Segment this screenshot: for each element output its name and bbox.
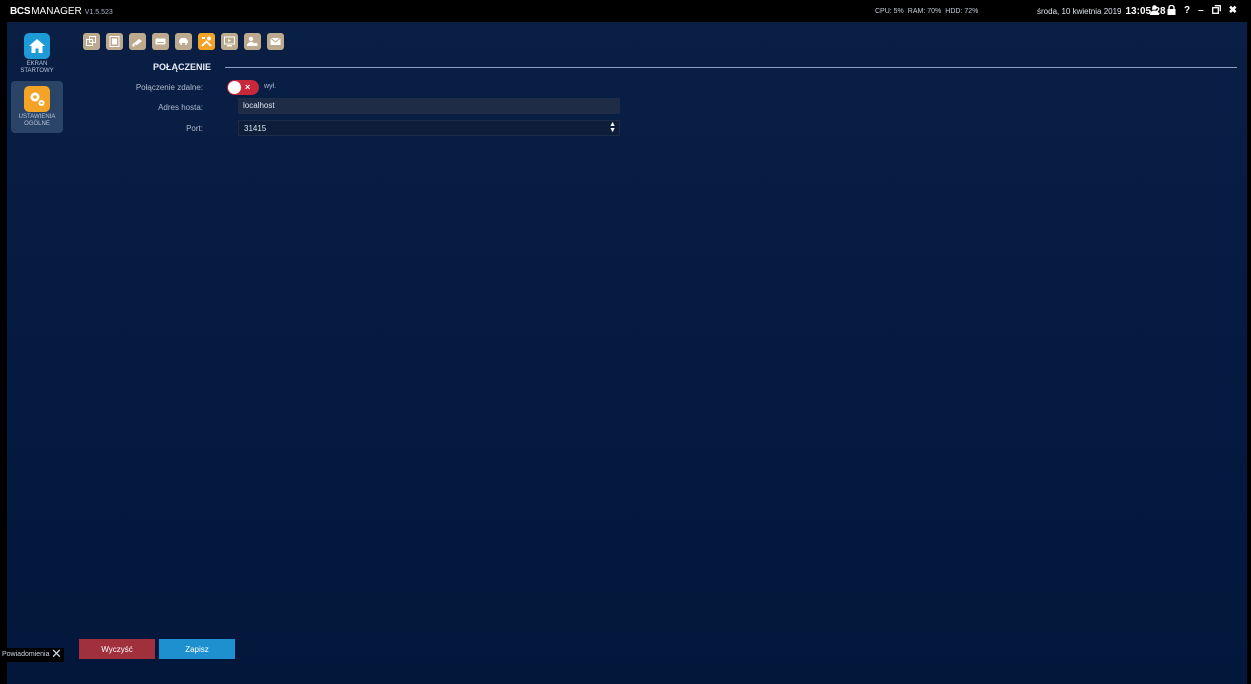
- toggle-off-icon: ×: [245, 82, 251, 92]
- remote-connection-label: Połączenie zdalne:: [135, 83, 203, 92]
- user-icon[interactable]: [1150, 4, 1159, 18]
- camera-icon[interactable]: [129, 33, 146, 50]
- port-value: 31415: [244, 124, 267, 133]
- film-icon[interactable]: [106, 33, 123, 50]
- save-button[interactable]: Zapisz: [159, 639, 235, 659]
- restore-icon[interactable]: [1211, 5, 1221, 17]
- remote-connection-toggle[interactable]: ×: [227, 80, 259, 95]
- datetime: środa, 10 kwietnia 2019 13:05:28: [1037, 0, 1166, 22]
- brand-rest: MANAGER: [31, 5, 82, 17]
- host-address-label: Adres hosta:: [158, 103, 203, 112]
- tools-icon[interactable]: [198, 33, 215, 50]
- home-icon: [24, 33, 50, 59]
- port-input[interactable]: 31415 ▲ ▼: [238, 120, 620, 136]
- minimize-icon[interactable]: –: [1198, 6, 1204, 16]
- keyboard-icon[interactable]: [152, 33, 169, 50]
- top-bar: BCS MANAGER V1.5.523 CPU: 5% RAM: 70% HD…: [0, 0, 1251, 22]
- port-label: Port:: [186, 124, 203, 133]
- gears-icon: [24, 86, 50, 112]
- lock-icon[interactable]: [1167, 4, 1176, 18]
- port-stepper[interactable]: ▲ ▼: [609, 121, 616, 134]
- ram-stat: RAM: 70%: [907, 7, 942, 15]
- mail-icon[interactable]: [267, 33, 284, 50]
- clear-button[interactable]: Wyczyść: [79, 639, 155, 659]
- system-stats: CPU: 5% RAM: 70% HDD: 72%: [875, 0, 982, 22]
- notifications-label: Powiadomienia: [2, 651, 50, 658]
- sidebar-item-home[interactable]: EKRAN STARTOWY: [11, 27, 63, 77]
- date-text: środa, 10 kwietnia 2019: [1037, 6, 1122, 16]
- toggle-knob: [228, 81, 241, 94]
- main-area: EKRAN STARTOWY USTAWIENIA OGÓLNE POŁĄCZE…: [7, 22, 1247, 684]
- close-icon[interactable]: ✖: [1229, 6, 1237, 16]
- monitor-icon[interactable]: [221, 33, 238, 50]
- section-title: POŁĄCZENIE: [153, 62, 212, 72]
- sidebar-item-settings[interactable]: USTAWIENIA OGÓLNE: [11, 81, 63, 133]
- help-icon[interactable]: ?: [1184, 6, 1190, 16]
- stepper-down-icon[interactable]: ▼: [609, 127, 616, 134]
- close-notifications-icon[interactable]: ✕: [51, 647, 62, 661]
- window-controls: ? – ✖: [1150, 0, 1237, 22]
- app-version: V1.5.523: [84, 8, 113, 16]
- brand-bold: BCS: [10, 5, 31, 17]
- sidebar-item-label: USTAWIENIA OGÓLNE: [18, 114, 56, 127]
- user-settings-icon[interactable]: [244, 33, 261, 50]
- app-logo: BCS MANAGER V1.5.523: [10, 6, 113, 17]
- host-address-input[interactable]: localhost: [238, 98, 620, 114]
- windows-icon[interactable]: [83, 33, 100, 50]
- notifications-tab[interactable]: Powiadomienia ✕: [0, 647, 64, 662]
- sidebar-item-label: EKRAN STARTOWY: [20, 61, 54, 74]
- toggle-state-text: wył.: [264, 83, 277, 90]
- toolbar: [83, 33, 284, 50]
- section-divider: [225, 67, 1237, 68]
- hdd-stat: HDD: 72%: [945, 7, 979, 15]
- car-icon[interactable]: [175, 33, 192, 50]
- cpu-stat: CPU: 5%: [875, 7, 904, 15]
